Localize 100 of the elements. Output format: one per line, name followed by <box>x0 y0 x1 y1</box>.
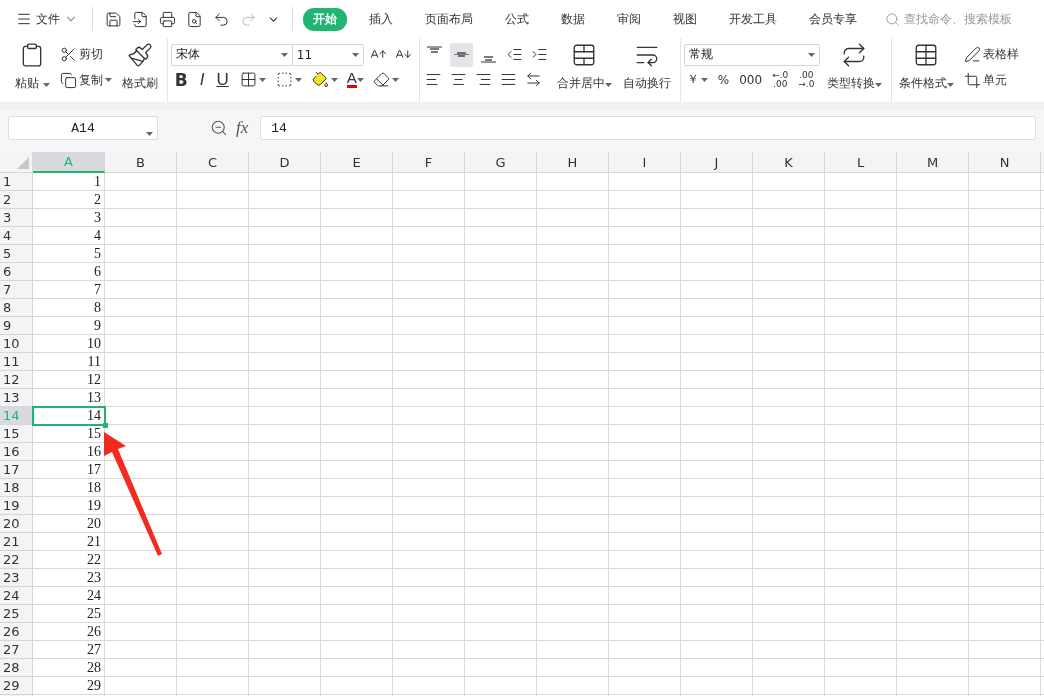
row-header[interactable]: 12 <box>0 371 33 389</box>
caret-icon <box>356 77 364 82</box>
conditional-format-button[interactable]: 条件格式 <box>894 40 958 98</box>
bold-button[interactable]: B <box>170 67 192 92</box>
column-header[interactable]: N <box>969 152 1041 173</box>
row-header[interactable]: 7 <box>0 281 33 299</box>
row-header[interactable]: 28 <box>0 659 33 677</box>
thousands-button[interactable]: 000 <box>736 67 766 92</box>
fill-handle[interactable] <box>103 423 108 428</box>
column-header[interactable]: J <box>681 152 753 173</box>
caret-icon <box>946 83 954 87</box>
paint-bucket-icon <box>311 71 329 88</box>
currency-button[interactable]: ￥ <box>683 67 711 92</box>
search-field[interactable]: 查找命令、搜索模板 <box>885 11 1042 27</box>
dashed-square-icon <box>275 71 293 88</box>
row-header[interactable]: 25 <box>0 605 33 623</box>
column-header[interactable]: F <box>393 152 465 173</box>
column-header[interactable]: C <box>177 152 249 173</box>
row-header[interactable]: 22 <box>0 551 33 569</box>
ribbon-tab[interactable]: 会员专享 <box>799 7 867 31</box>
row-header[interactable]: 21 <box>0 533 33 551</box>
row-header[interactable]: 26 <box>0 623 33 641</box>
decrease-decimal-button[interactable]: .00 →.0 <box>795 70 818 89</box>
zoom-out-icon[interactable] <box>210 119 228 137</box>
italic-button[interactable]: I <box>195 67 209 92</box>
paste-button[interactable]: 粘贴 <box>11 40 54 98</box>
row-header[interactable]: 16 <box>0 443 33 461</box>
row-header[interactable]: 23 <box>0 569 33 587</box>
column-header[interactable]: K <box>753 152 825 173</box>
caret-icon <box>42 83 50 87</box>
formula-input[interactable]: 14 <box>260 116 1036 140</box>
row-header[interactable]: 29 <box>0 677 33 695</box>
name-box[interactable]: A14 <box>8 116 158 140</box>
row-header[interactable]: 9 <box>0 317 33 335</box>
row-header[interactable]: 8 <box>0 299 33 317</box>
row-header[interactable]: 24 <box>0 587 33 605</box>
type-convert-button[interactable]: 类型转换 <box>822 40 886 98</box>
eraser-icon <box>372 71 390 88</box>
ribbon-tab[interactable]: 数据 <box>551 7 595 31</box>
ribbon-tab[interactable]: 审阅 <box>607 7 651 31</box>
column-header[interactable]: L <box>825 152 897 173</box>
font-size-select[interactable]: 11 <box>291 43 364 66</box>
ribbon-tab[interactable]: 插入 <box>359 7 403 31</box>
caret-icon <box>874 83 882 87</box>
font-name-select[interactable]: 宋体 <box>170 43 293 66</box>
caret-icon <box>280 52 288 57</box>
pen-icon <box>963 45 981 63</box>
cell-style-button[interactable]: 单元 <box>960 68 1022 92</box>
column-header[interactable]: E <box>321 152 393 173</box>
ribbon-tab[interactable]: 公式 <box>495 7 539 31</box>
table-cell: 14 <box>33 407 105 425</box>
column-header[interactable]: G <box>465 152 537 173</box>
row-header[interactable]: 11 <box>0 353 33 371</box>
column-header[interactable]: H <box>537 152 609 173</box>
number-format-select[interactable]: 常规 <box>683 43 820 66</box>
cut-button[interactable]: 剪切 <box>56 42 115 66</box>
column-header[interactable]: I <box>609 152 681 173</box>
ribbon-tab[interactable]: 页面布局 <box>415 7 483 31</box>
row-header[interactable]: 13 <box>0 389 33 407</box>
column-header[interactable]: B <box>105 152 177 173</box>
middle-align-icon[interactable] <box>449 42 473 67</box>
row-header[interactable]: 17 <box>0 461 33 479</box>
row-header[interactable]: 3 <box>0 209 33 227</box>
row-header[interactable]: 2 <box>0 191 33 209</box>
underline-button[interactable]: U <box>212 67 233 92</box>
corner-triangle-icon <box>17 157 29 169</box>
menu-icon <box>16 11 32 27</box>
caret-icon <box>604 83 612 87</box>
row-header[interactable]: 15 <box>0 425 33 443</box>
format-painter-button[interactable]: 格式刷 <box>117 40 162 98</box>
caret-icon <box>258 77 266 82</box>
row-header[interactable]: 10 <box>0 335 33 353</box>
row-header[interactable]: 18 <box>0 479 33 497</box>
search-icon <box>885 11 900 27</box>
wrap-text-button[interactable]: 自动换行 <box>618 40 675 98</box>
caret-icon <box>351 52 359 57</box>
row-header[interactable]: 27 <box>0 641 33 659</box>
caret-icon <box>807 52 815 57</box>
copy-button[interactable]: 复制 <box>56 68 115 92</box>
copy-icon <box>59 71 77 89</box>
row-header[interactable]: 5 <box>0 245 33 263</box>
increase-decimal-button[interactable]: ←.0 .00 <box>769 70 792 89</box>
file-menu[interactable]: 文件 <box>12 8 82 30</box>
merge-center-button[interactable]: 合并居中 <box>552 40 616 98</box>
function-label[interactable]: fx <box>236 118 249 138</box>
row-header[interactable]: 1 <box>0 173 33 191</box>
font-color-button[interactable]: A <box>344 67 366 92</box>
row-header[interactable]: 19 <box>0 497 33 515</box>
ribbon-tab[interactable]: 视图 <box>663 7 707 31</box>
caret-icon <box>294 77 302 82</box>
crop-icon <box>963 71 981 89</box>
ribbon-tab[interactable]: 开发工具 <box>719 7 787 31</box>
row-header[interactable]: 4 <box>0 227 33 245</box>
percent-button[interactable]: % <box>714 67 733 92</box>
column-header[interactable]: D <box>249 152 321 173</box>
caret-icon <box>104 78 112 82</box>
row-header[interactable]: 20 <box>0 515 33 533</box>
column-header[interactable]: M <box>897 152 969 173</box>
table-style-button[interactable]: 表格样 <box>960 42 1022 66</box>
row-header[interactable]: 6 <box>0 263 33 281</box>
